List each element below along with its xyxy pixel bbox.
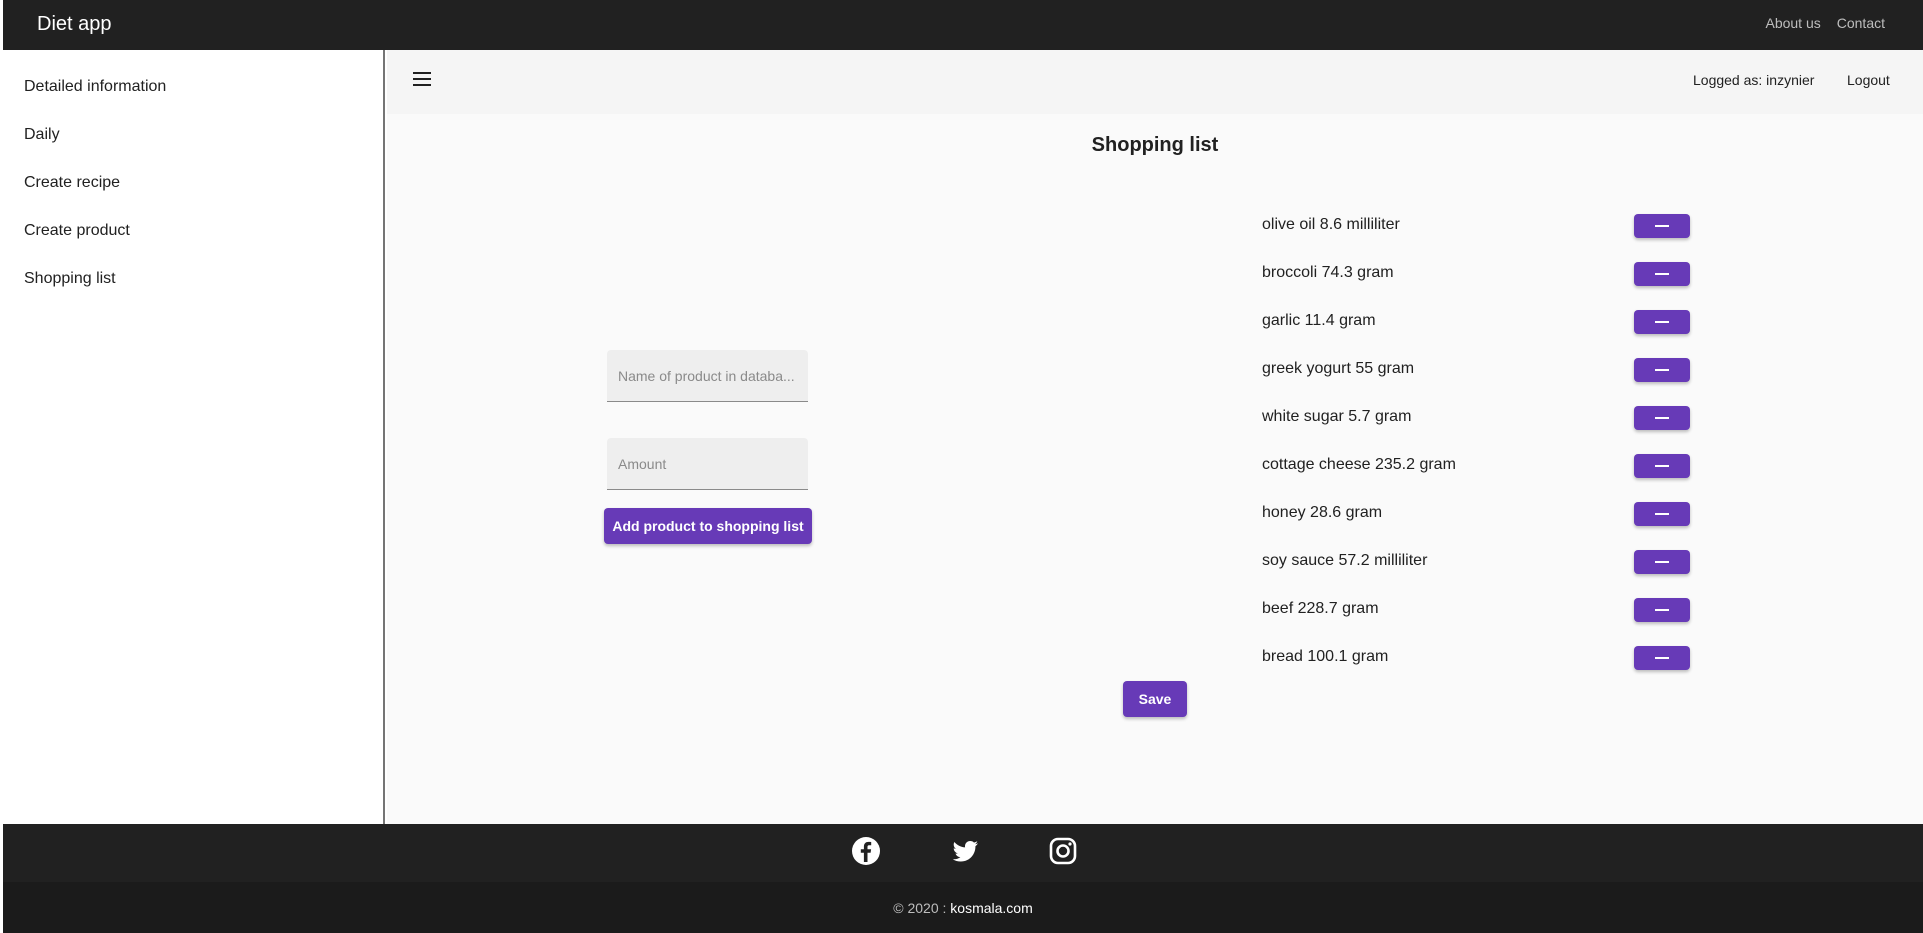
minus-icon (1655, 609, 1669, 611)
about-us-link[interactable]: About us (1765, 15, 1820, 31)
remove-item-button[interactable] (1634, 310, 1690, 334)
sidebar-item-create-recipe[interactable]: Create recipe (24, 174, 120, 192)
remove-item-button[interactable] (1634, 406, 1690, 430)
facebook-icon[interactable] (851, 836, 881, 866)
twitter-icon[interactable] (950, 836, 980, 866)
add-product-button[interactable]: Add product to shopping list (604, 508, 812, 544)
minus-icon (1655, 417, 1669, 419)
remove-item-button[interactable] (1634, 550, 1690, 574)
remove-item-button[interactable] (1634, 454, 1690, 478)
contact-link[interactable]: Contact (1837, 15, 1885, 31)
remove-item-button[interactable] (1634, 262, 1690, 286)
sidebar-item-daily[interactable]: Daily (24, 126, 60, 144)
list-item: cottage cheese 235.2 gram (1262, 456, 1456, 473)
copyright-text: © 2020 : kosmala.com (3, 900, 1923, 916)
main-content: Logged as: inzynier Logout Shopping list… (387, 50, 1923, 824)
list-item: olive oil 8.6 milliliter (1262, 216, 1400, 233)
amount-field (607, 438, 808, 490)
footer-copyright-bar: © 2020 : kosmala.com (3, 882, 1923, 933)
minus-icon (1655, 561, 1669, 563)
logged-user-label: Logged as: inzynier (1693, 72, 1815, 88)
list-item: beef 228.7 gram (1262, 600, 1379, 617)
toolbar: Logged as: inzynier Logout (387, 50, 1923, 114)
top-app-bar: Diet app About us Contact (0, 0, 1923, 50)
list-item: soy sauce 57.2 milliliter (1262, 552, 1428, 569)
minus-icon (1655, 321, 1669, 323)
logout-button[interactable]: Logout (1847, 72, 1890, 88)
menu-icon[interactable] (413, 72, 433, 92)
remove-item-button[interactable] (1634, 598, 1690, 622)
sidebar-item-shopping-list[interactable]: Shopping list (24, 270, 116, 288)
list-item: bread 100.1 gram (1262, 648, 1389, 665)
minus-icon (1655, 657, 1669, 659)
copyright-prefix: © 2020 : (893, 900, 951, 916)
remove-item-button[interactable] (1634, 646, 1690, 670)
list-item: greek yogurt 55 gram (1262, 360, 1415, 377)
minus-icon (1655, 513, 1669, 515)
list-item: honey 28.6 gram (1262, 504, 1383, 521)
list-item: white sugar 5.7 gram (1262, 408, 1412, 425)
product-name-input[interactable] (607, 350, 808, 401)
minus-icon (1655, 225, 1669, 227)
amount-input[interactable] (607, 438, 808, 489)
sidebar-item-detailed-information[interactable]: Detailed information (24, 78, 166, 96)
list-item: broccoli 74.3 gram (1262, 264, 1394, 281)
page-title: Shopping list (1091, 134, 1219, 156)
sidebar: Detailed information Daily Create recipe… (3, 50, 385, 824)
remove-item-button[interactable] (1634, 502, 1690, 526)
remove-item-button[interactable] (1634, 358, 1690, 382)
footer-social-bar (3, 824, 1923, 882)
save-button[interactable]: Save (1123, 681, 1187, 717)
top-nav: About us Contact (1765, 15, 1885, 31)
instagram-icon[interactable] (1048, 836, 1078, 866)
app-brand[interactable]: Diet app (37, 13, 112, 36)
product-name-field (607, 350, 808, 402)
minus-icon (1655, 273, 1669, 275)
list-item: garlic 11.4 gram (1262, 312, 1376, 329)
remove-item-button[interactable] (1634, 214, 1690, 238)
sidebar-item-create-product[interactable]: Create product (24, 222, 130, 240)
copyright-link[interactable]: kosmala.com (950, 900, 1032, 916)
minus-icon (1655, 369, 1669, 371)
minus-icon (1655, 465, 1669, 467)
